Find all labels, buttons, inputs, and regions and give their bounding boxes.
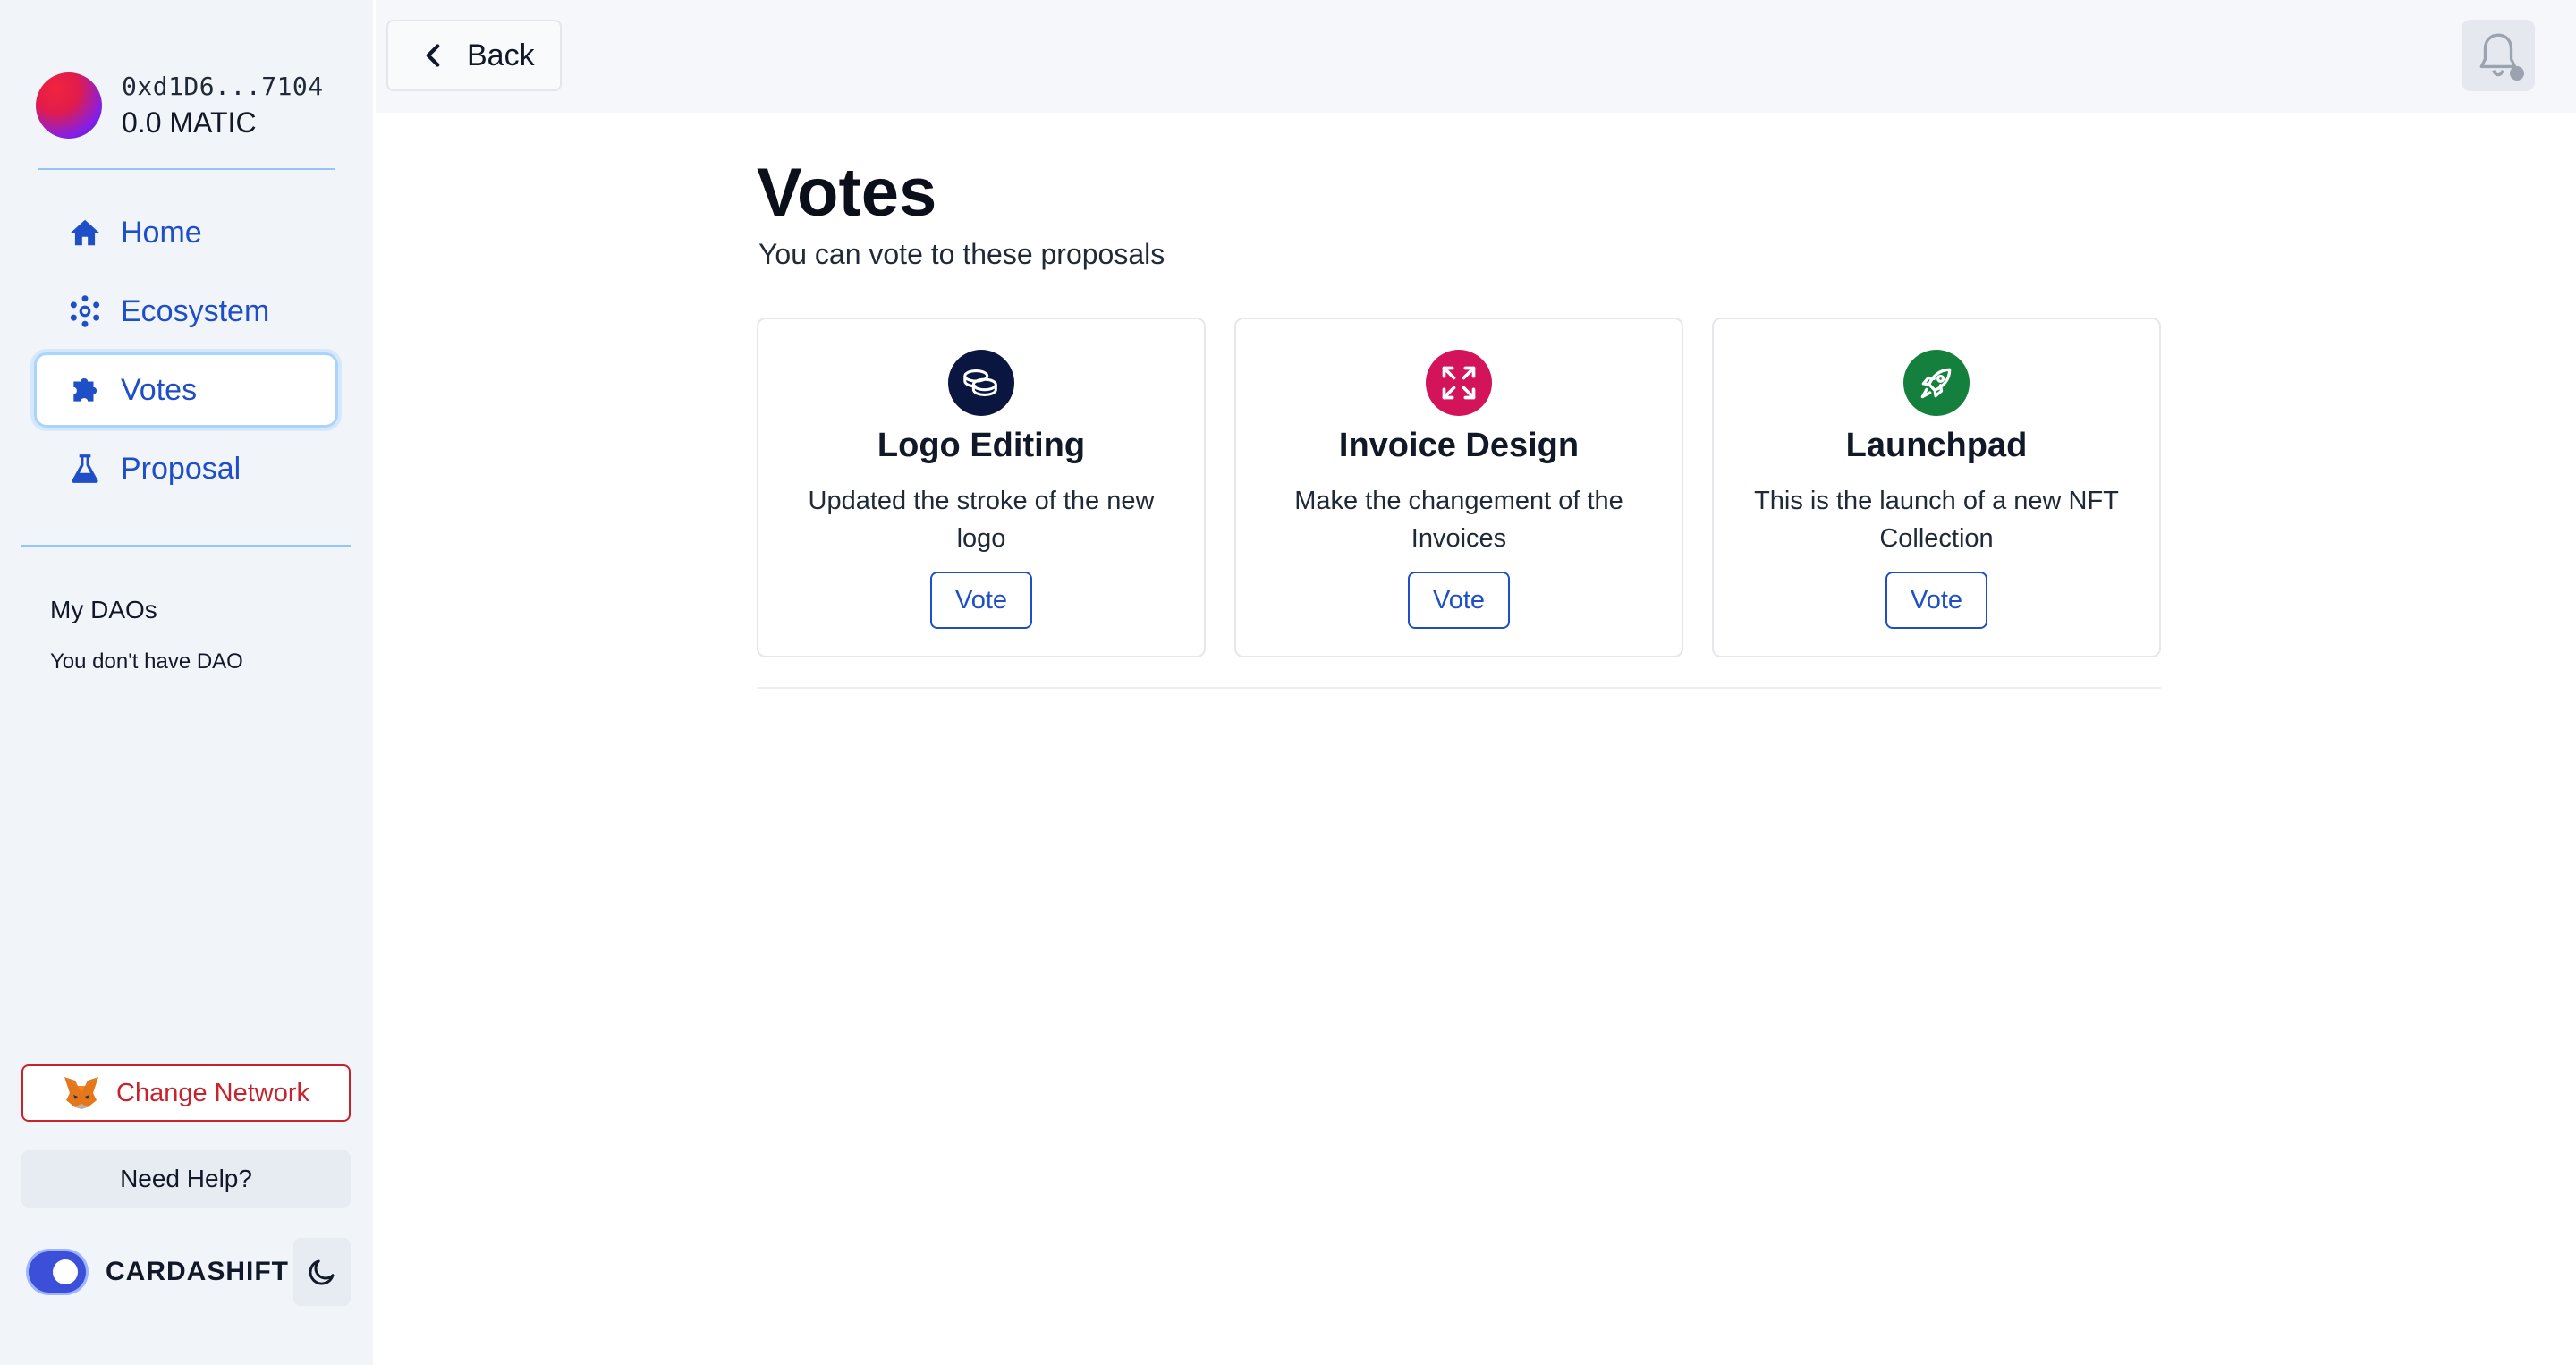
sidebar-item-ecosystem[interactable]: Ecosystem: [34, 274, 338, 349]
flask-icon: [67, 451, 103, 487]
notification-dot: [2510, 66, 2524, 81]
ecosystem-icon: [67, 293, 103, 329]
sidebar-item-label: Votes: [121, 372, 198, 407]
brand-name: CARDASHIFT: [106, 1257, 289, 1286]
back-button[interactable]: Back: [386, 20, 562, 91]
proposal-card: Invoice Design Make the changement of th…: [1234, 318, 1683, 657]
sidebar-footer: CARDASHIFT: [29, 1238, 351, 1306]
page-title: Votes: [757, 155, 937, 231]
vote-button[interactable]: Vote: [1408, 572, 1510, 629]
need-help-button[interactable]: Need Help?: [21, 1150, 351, 1208]
coins-icon: [948, 350, 1014, 416]
sidebar-item-home[interactable]: Home: [34, 195, 338, 270]
moon-icon: [309, 1259, 335, 1285]
my-daos-title: My DAOs: [50, 596, 157, 623]
vote-button[interactable]: Vote: [930, 572, 1032, 629]
dark-mode-button[interactable]: [293, 1238, 351, 1306]
proposal-card: Logo Editing Updated the stroke of the n…: [757, 318, 1206, 657]
top-bar: Back: [376, 0, 2576, 113]
card-title: Logo Editing: [877, 427, 1086, 464]
card-description: Updated the stroke of the new logo: [808, 487, 1155, 553]
change-network-button[interactable]: Change Network: [21, 1064, 351, 1122]
proposal-card: Launchpad This is the launch of a new NF…: [1712, 318, 2161, 657]
metamask-fox-icon: [64, 1077, 98, 1109]
wallet-balance: 0.0 MATIC: [122, 106, 257, 139]
need-help-label: Need Help?: [120, 1165, 252, 1192]
card-title: Launchpad: [1845, 427, 2028, 464]
change-network-label: Change Network: [116, 1078, 309, 1107]
card-title: Invoice Design: [1338, 427, 1580, 464]
sidebar-item-label: Home: [121, 215, 202, 250]
toggle-knob: [53, 1259, 78, 1284]
puzzle-icon: [67, 372, 103, 408]
notifications-button[interactable]: [2462, 20, 2535, 91]
page-subtitle: You can vote to these proposals: [758, 238, 1165, 270]
sidebar-item-proposal[interactable]: Proposal: [34, 431, 338, 506]
card-description: This is the launch of a new NFT Collecti…: [1754, 487, 2119, 553]
sidebar-item-votes[interactable]: Votes: [34, 352, 338, 428]
theme-toggle[interactable]: [29, 1251, 86, 1293]
content-divider: [757, 687, 2161, 689]
avatar: [36, 72, 102, 139]
card-description: Make the changement of the Invoices: [1294, 487, 1623, 553]
proposal-cards: Logo Editing Updated the stroke of the n…: [757, 318, 2161, 657]
sidebar-nav: Home Ecosystem Votes Proposal: [34, 195, 338, 510]
rocket-icon: [1903, 350, 1970, 416]
my-daos-empty-text: You don't have DAO: [50, 649, 243, 674]
home-icon: [67, 215, 103, 250]
wallet-address: 0xd1D6...7104: [122, 72, 324, 101]
expand-icon: [1426, 350, 1492, 416]
my-daos-section: My DAOs You don't have DAO: [50, 596, 243, 674]
sidebar-item-label: Proposal: [121, 451, 242, 486]
vote-button[interactable]: Vote: [1885, 572, 1987, 629]
sidebar-item-label: Ecosystem: [121, 293, 270, 328]
account-info[interactable]: 0xd1D6...7104 0.0 MATIC: [36, 72, 324, 140]
back-label: Back: [467, 38, 535, 72]
sidebar: 0xd1D6...7104 0.0 MATIC Home Ecosystem V…: [0, 0, 373, 1365]
sidebar-divider: [21, 545, 351, 547]
chevron-left-icon: [426, 44, 440, 67]
sidebar-divider: [38, 168, 335, 170]
